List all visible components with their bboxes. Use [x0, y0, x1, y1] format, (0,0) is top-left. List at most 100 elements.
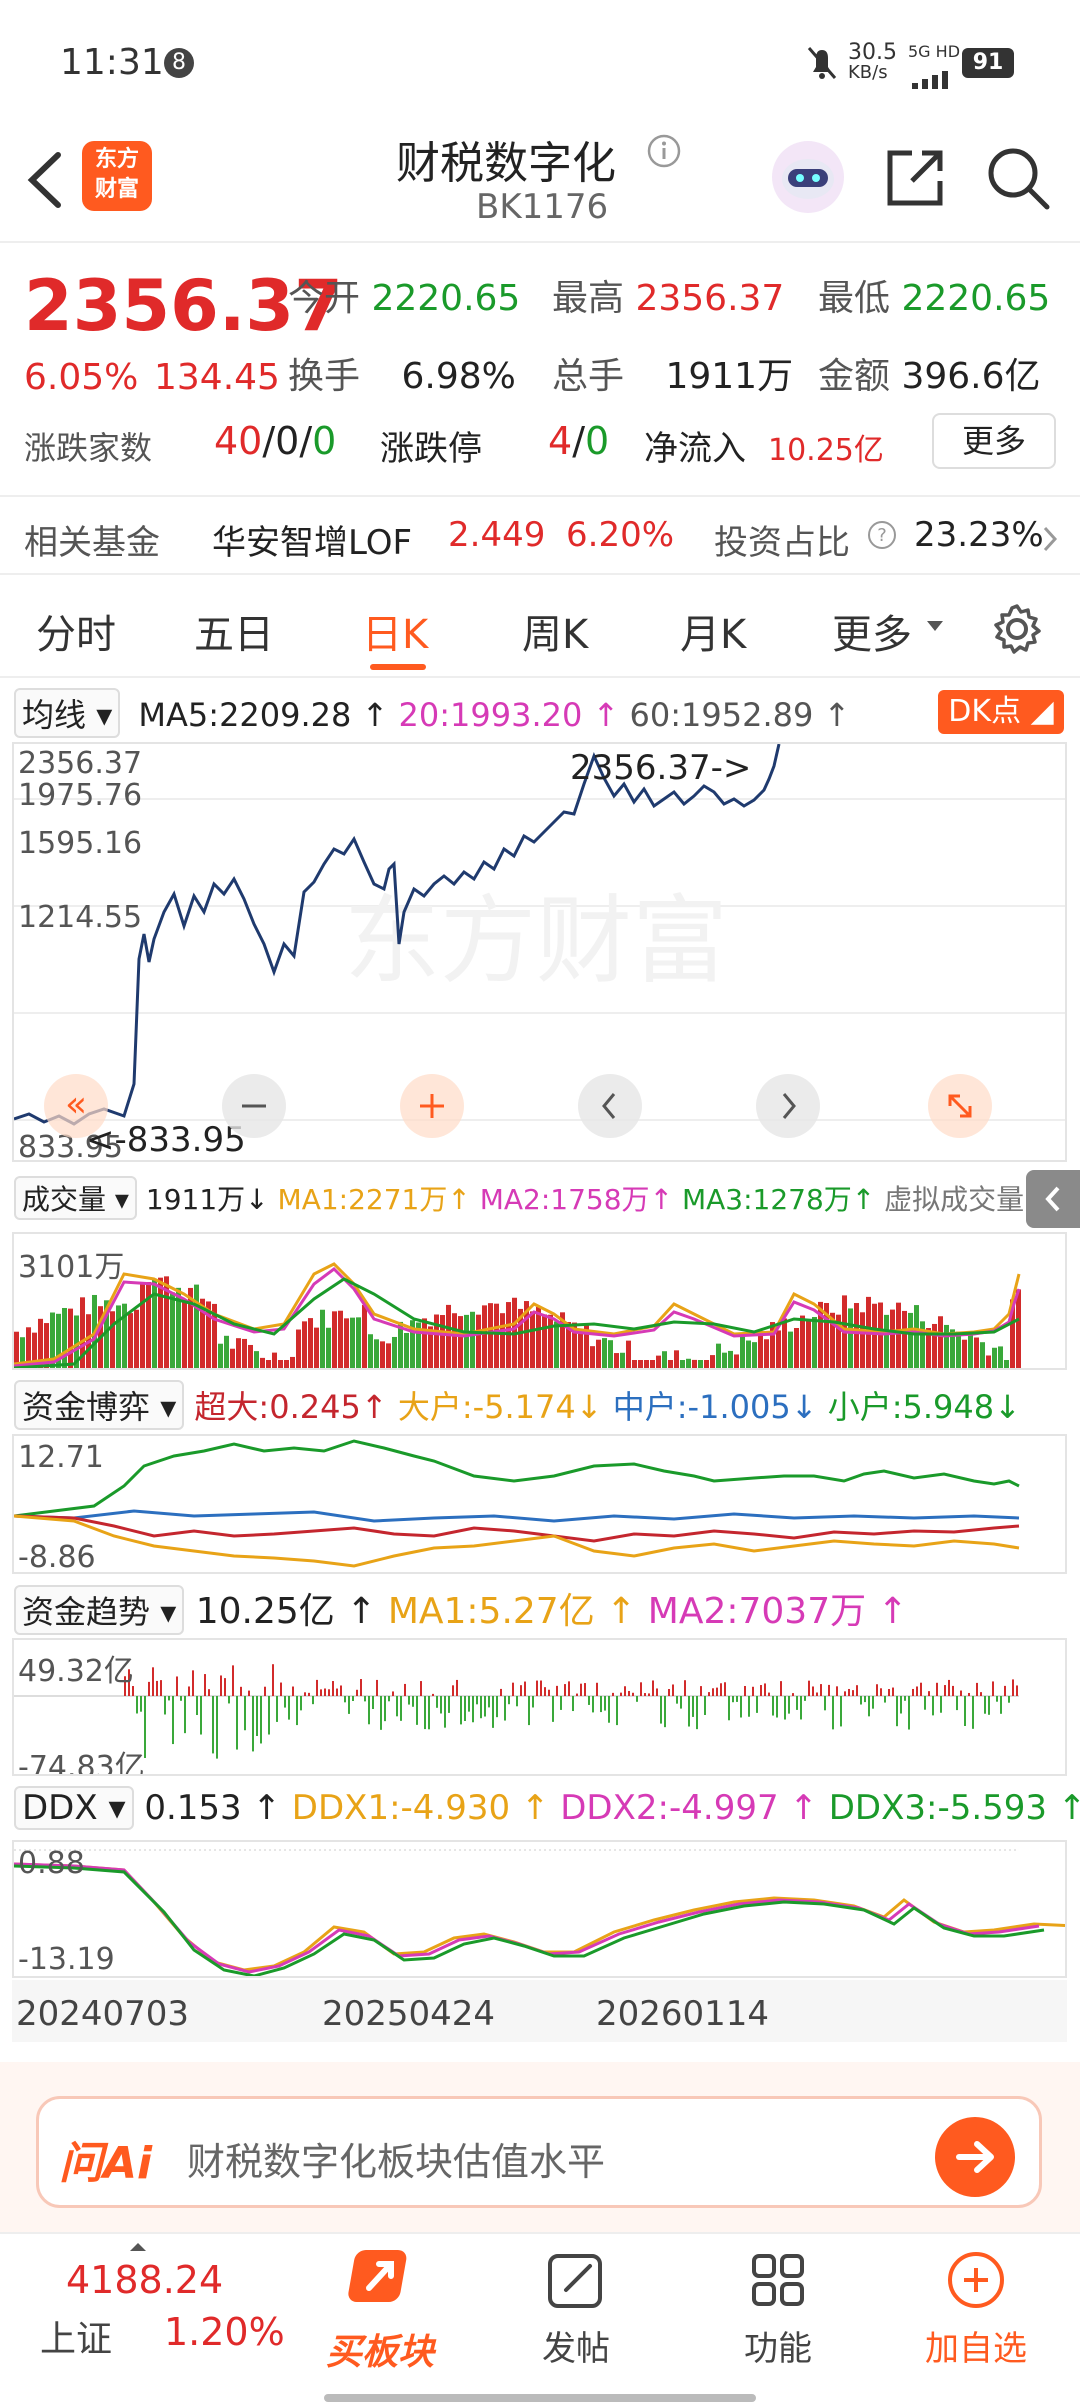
grid-icon	[752, 2254, 804, 2306]
signal-icon	[910, 58, 954, 98]
volume-bar	[590, 1346, 595, 1368]
volume-bar	[956, 1331, 961, 1368]
more-button[interactable]: 更多	[932, 413, 1056, 469]
tab-monthly-k[interactable]: 月K	[680, 602, 746, 660]
scroll-fast-left-button[interactable]: «	[44, 1074, 108, 1138]
volume-y-label: 3101万	[18, 1250, 125, 1285]
search-icon[interactable]	[985, 145, 1051, 215]
ai-submit-button[interactable]	[935, 2117, 1015, 2197]
capital-trend-bar	[296, 1696, 298, 1726]
volume-bar	[404, 1332, 409, 1368]
svg-text:?: ?	[877, 525, 887, 546]
capital-trend-bar	[784, 1696, 786, 1720]
capital-trend-bar	[740, 1696, 742, 1718]
fullscreen-button[interactable]	[928, 1074, 992, 1138]
volume-bar	[158, 1277, 163, 1368]
volume-bar	[194, 1284, 199, 1368]
tab-active-indicator	[370, 664, 426, 670]
volume-bar	[140, 1284, 145, 1368]
tab-more[interactable]: 更多	[832, 602, 912, 660]
function-label: 功能	[744, 2329, 812, 2369]
buy-block-button[interactable]: 买板块	[310, 2244, 450, 2375]
volume-bar	[602, 1338, 607, 1368]
capital-trend-bar	[272, 1664, 274, 1696]
tab-daily-k[interactable]: 日K	[362, 602, 428, 660]
capital-game-chart[interactable]: 12.71 -8.86	[12, 1434, 1067, 1574]
ai-question-bar[interactable]: 问Ai 财税数字化板块估值水平	[36, 2096, 1042, 2208]
high-row: 最高 2356.37	[552, 269, 784, 321]
volume-bar	[338, 1310, 343, 1368]
plus-circle-icon	[948, 2252, 1004, 2308]
volume-bar	[752, 1342, 757, 1368]
capital-trend-bar	[544, 1687, 546, 1696]
home-indicator[interactable]	[324, 2394, 756, 2402]
limit-values: 4/0	[548, 419, 610, 463]
limit-up-count: 4	[548, 419, 573, 463]
capital-trend-bar	[848, 1688, 850, 1696]
ddx-chart[interactable]: 0.88 -13.19	[12, 1840, 1067, 1978]
capital-trend-bar	[916, 1686, 918, 1696]
related-fund-row[interactable]: 相关基金 华安智增LOF 2.449 6.20% 投资占比 ? 23.23%	[0, 495, 1080, 575]
volume-bar	[152, 1278, 157, 1368]
function-button[interactable]: 功能	[708, 2248, 848, 2370]
capital-trend-dropdown[interactable]: 资金趋势 ▾	[14, 1585, 185, 1635]
capital-trend-bar	[924, 1696, 926, 1710]
volume-bar	[998, 1346, 1003, 1368]
capital-trend-bar	[276, 1696, 278, 1722]
low-label: 最低	[818, 278, 891, 319]
quote-block: 2356.37 6.05% 134.45 今开 2220.65 最高 2356.…	[0, 245, 1080, 495]
capital-trend-bar	[400, 1696, 402, 1721]
share-icon[interactable]	[882, 145, 948, 215]
capital-trend-bar	[320, 1689, 322, 1696]
capital-trend-bar	[604, 1696, 606, 1711]
capital-trend-bar	[872, 1696, 874, 1709]
post-button[interactable]: 发帖	[506, 2248, 646, 2370]
capital-trend-bar	[928, 1691, 930, 1696]
kline-chart[interactable]: 东方财富 2356.37 1975.76 1595.16 1214.55 833…	[12, 742, 1067, 1162]
tab-five-day[interactable]: 五日	[194, 602, 274, 660]
back-button[interactable]	[20, 145, 70, 215]
zoom-in-button[interactable]	[400, 1074, 464, 1138]
volume-bar	[182, 1299, 187, 1368]
capital-trend-bar	[964, 1696, 966, 1726]
ddx-dropdown[interactable]: DDX ▾	[14, 1786, 134, 1830]
volume-bar	[722, 1352, 727, 1368]
scroll-left-button[interactable]	[578, 1074, 642, 1138]
capital-game-dropdown[interactable]: 资金博弈 ▾	[14, 1380, 185, 1430]
collapse-panel-button[interactable]	[1026, 1170, 1080, 1228]
date-label-1: 20240703	[16, 1994, 190, 2034]
capital-trend-bar	[592, 1696, 594, 1713]
settings-gear-icon[interactable]	[990, 602, 1044, 660]
capital-trend-bar	[516, 1696, 518, 1707]
scroll-right-button[interactable]	[756, 1074, 820, 1138]
index-value[interactable]: 4188.24	[66, 2258, 223, 2302]
ddx-legend-row: DDX ▾ 0.153 ↑ DDX1:-4.930 ↑ DDX2:-4.997 …	[14, 1786, 1080, 1830]
capital-trend-bar	[380, 1696, 382, 1730]
capital-trend-bar	[628, 1690, 630, 1696]
logo-text-bottom: 财富	[94, 177, 139, 202]
zoom-out-button[interactable]	[222, 1074, 286, 1138]
volume-label: 总手	[552, 356, 625, 397]
capital-trend-bar	[624, 1686, 626, 1696]
tab-weekly-k[interactable]: 周K	[522, 602, 588, 660]
volume-bar	[662, 1351, 667, 1368]
volume-dropdown[interactable]: 成交量 ▾	[14, 1176, 137, 1220]
volume-chart[interactable]: 3101万	[12, 1232, 1067, 1370]
capital-trend-bar	[524, 1681, 526, 1696]
capital-trend-chart[interactable]: 49.32亿 -74.83亿	[12, 1638, 1067, 1776]
ma5-value: MA5:2209.28	[138, 696, 352, 734]
capital-trend-bar	[412, 1696, 414, 1707]
kline-svg: 东方财富	[14, 744, 1065, 1126]
volume-bar	[278, 1360, 283, 1368]
capital-trend-bar	[796, 1696, 798, 1710]
dk-point-button[interactable]: DK点 ◢	[938, 690, 1064, 734]
robot-assistant-icon[interactable]	[770, 139, 846, 219]
tab-intraday[interactable]: 分时	[36, 602, 116, 660]
expand-icon	[948, 1094, 972, 1118]
ma-dropdown[interactable]: 均线 ▾	[14, 688, 121, 738]
capital-trend-bar	[564, 1684, 566, 1696]
add-watchlist-button[interactable]: 加自选	[906, 2248, 1046, 2370]
info-icon[interactable]	[646, 133, 682, 173]
help-icon[interactable]: ?	[866, 519, 898, 560]
capital-trend-bar	[376, 1679, 378, 1696]
